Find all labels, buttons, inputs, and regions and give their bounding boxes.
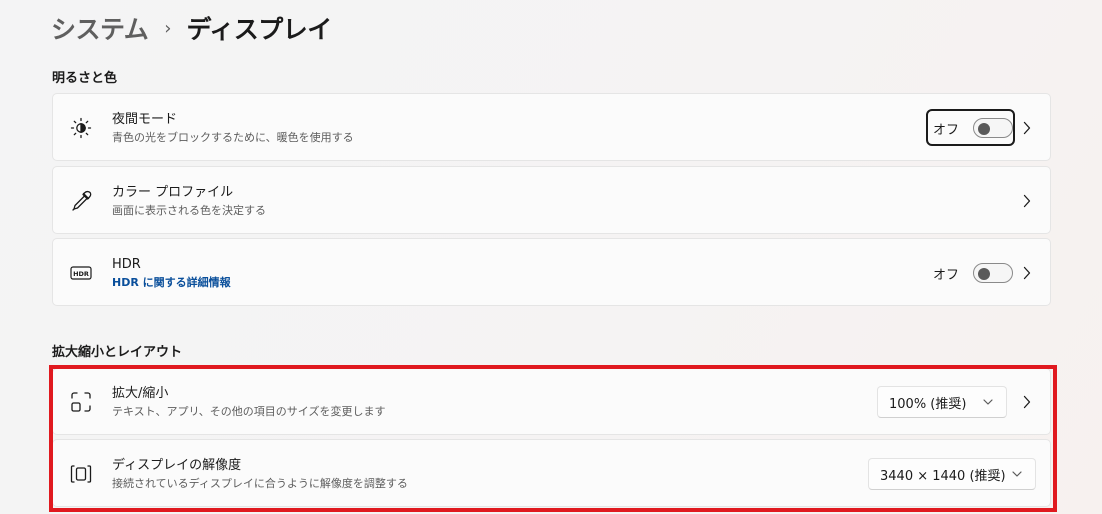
chevron-right-icon[interactable] (1021, 265, 1033, 281)
resolution-dropdown[interactable]: 3440 × 1440 (推奨) (868, 458, 1036, 490)
hdr-title: HDR (112, 257, 141, 272)
night-light-toggle-group[interactable]: オフ (933, 118, 1014, 138)
scale-dropdown[interactable]: 100% (推奨) (877, 386, 1007, 418)
breadcrumb-separator-icon: › (164, 17, 172, 39)
page-title: ディスプレイ (186, 15, 332, 44)
night-light-toggle[interactable] (973, 118, 1014, 138)
night-light-card[interactable]: 夜間モード 青色の光をブロックするために、暖色を使用する オフ (52, 93, 1051, 161)
section-title-brightness: 明るさと色 (52, 71, 118, 86)
resolution-title: ディスプレイの解像度 (112, 458, 242, 473)
color-profile-card[interactable]: カラー プロファイル 画面に表示される色を決定する (52, 166, 1051, 234)
hdr-toggle[interactable] (973, 263, 1014, 283)
scale-desc: テキスト、アプリ、その他の項目のサイズを変更します (112, 405, 386, 418)
scale-card[interactable]: 拡大/縮小 テキスト、アプリ、その他の項目のサイズを変更します 100% (推奨… (52, 368, 1051, 435)
chevron-right-icon[interactable] (1021, 193, 1033, 209)
color-profile-text: カラー プロファイル 画面に表示される色を決定する (112, 184, 266, 218)
hdr-text: HDR HDR に関する詳細情報 (112, 256, 231, 290)
night-light-title: 夜間モード (112, 112, 178, 127)
section-title-scale-layout: 拡大縮小とレイアウト (52, 345, 183, 360)
chevron-right-icon[interactable] (1021, 394, 1033, 410)
night-light-text: 夜間モード 青色の光をブロックするために、暖色を使用する (112, 111, 354, 145)
hdr-toggle-group[interactable]: オフ (933, 263, 1014, 283)
chevron-down-icon (1012, 471, 1022, 477)
night-light-desc: 青色の光をブロックするために、暖色を使用する (112, 131, 354, 144)
eyedropper-icon (69, 189, 93, 213)
breadcrumb: システム › ディスプレイ (51, 10, 332, 46)
resolution-icon (69, 462, 93, 486)
hdr-toggle-label: オフ (933, 267, 960, 283)
hdr-info-link[interactable]: HDR に関する詳細情報 (112, 275, 231, 290)
resolution-text: ディスプレイの解像度 接続されているディスプレイに合うように解像度を調整する (112, 457, 408, 491)
scale-title: 拡大/縮小 (112, 386, 169, 401)
toggle-knob (978, 123, 991, 135)
color-profile-title: カラー プロファイル (112, 185, 234, 200)
hdr-icon-text: HDR (73, 270, 89, 278)
resolution-card[interactable]: ディスプレイの解像度 接続されているディスプレイに合うように解像度を調整する 3… (52, 439, 1051, 507)
brightness-icon (69, 116, 93, 140)
chevron-down-icon (983, 399, 993, 405)
chevron-right-icon[interactable] (1021, 120, 1033, 136)
resolution-desc: 接続されているディスプレイに合うように解像度を調整する (112, 477, 408, 490)
resolution-dropdown-value: 3440 × 1440 (推奨) (880, 468, 1006, 484)
scale-dropdown-value: 100% (推奨) (889, 396, 967, 412)
color-profile-desc: 画面に表示される色を決定する (112, 204, 266, 217)
hdr-icon: HDR (69, 261, 93, 285)
scale-icon (69, 390, 93, 414)
scale-text: 拡大/縮小 テキスト、アプリ、その他の項目のサイズを変更します (112, 385, 385, 419)
breadcrumb-system[interactable]: システム (51, 10, 149, 46)
toggle-knob (978, 268, 991, 280)
night-light-toggle-label: オフ (933, 122, 960, 138)
hdr-card[interactable]: HDR HDR HDR に関する詳細情報 オフ (52, 238, 1051, 306)
